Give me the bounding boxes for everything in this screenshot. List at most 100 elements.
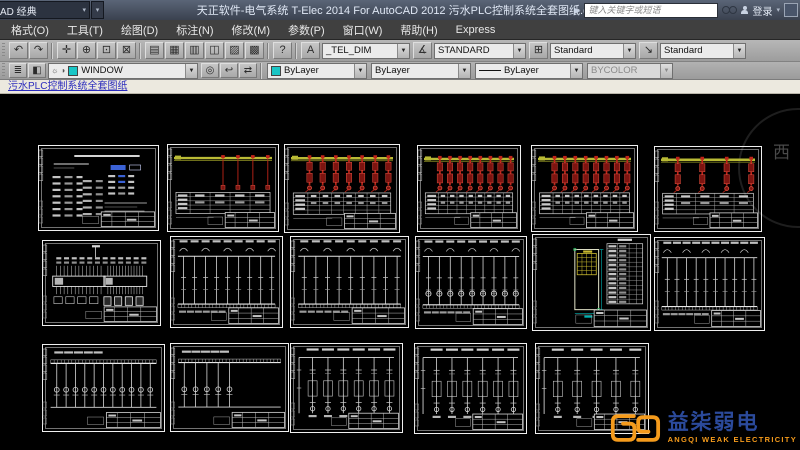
dim-style-select[interactable]: STANDARD ▼ bbox=[434, 43, 526, 59]
designcenter-button[interactable]: ▦ bbox=[165, 42, 184, 59]
file-tab-bar: 污水PLC控制系统全套图纸 bbox=[0, 80, 800, 94]
layer-translate-button[interactable]: ⇄ bbox=[239, 63, 257, 78]
lineweight-select[interactable]: ByLayer ▼ bbox=[475, 63, 583, 79]
table-style-select[interactable]: Standard ▼ bbox=[550, 43, 636, 59]
text-style-manager-button[interactable]: A bbox=[301, 42, 320, 59]
sheet-15[interactable] bbox=[290, 343, 403, 433]
sheet-16[interactable] bbox=[414, 343, 527, 434]
markup-set-manager-button[interactable]: ▨ bbox=[225, 42, 244, 59]
sheet-05[interactable] bbox=[531, 145, 638, 232]
make-object-layer-current-button[interactable]: ◎ bbox=[201, 63, 219, 78]
text-style-value: _TEL_DIM bbox=[323, 45, 397, 56]
infocenter-collapse-icon[interactable]: ▶ bbox=[574, 6, 580, 15]
sheet-07[interactable] bbox=[42, 240, 161, 326]
chevron-down-icon: ▼ bbox=[458, 64, 470, 78]
color-swatch bbox=[271, 66, 281, 76]
infocenter: ▶ 登录 ▾ bbox=[574, 3, 800, 18]
table-style-manager-button[interactable]: ⊞ bbox=[529, 42, 548, 59]
text-style-select[interactable]: _TEL_DIM ▼ bbox=[322, 43, 410, 59]
menu-bar: 格式(O)工具(T)绘图(D)标注(N)修改(M)参数(P)窗口(W)帮助(H)… bbox=[0, 20, 800, 40]
sign-in-link[interactable]: 登录 bbox=[752, 3, 772, 18]
workspace-label: AD 经典 bbox=[0, 3, 37, 18]
file-tab[interactable]: 污水PLC控制系统全套图纸 bbox=[8, 82, 127, 92]
tool-palettes-button[interactable]: ▥ bbox=[185, 42, 204, 59]
chevron-down-icon: ▾ bbox=[82, 6, 86, 14]
menu-express[interactable]: Express bbox=[447, 22, 505, 38]
layer-on-icon[interactable]: ☼ bbox=[51, 66, 58, 75]
chevron-down-icon: ▼ bbox=[397, 44, 409, 58]
watermark-en-text: ANGQI WEAK ELECTRICITY bbox=[668, 435, 797, 444]
undo-button[interactable]: ↶ bbox=[9, 42, 28, 59]
mleader-style-select[interactable]: Standard ▼ bbox=[660, 43, 746, 59]
application-window: AD 经典 ▾ ▾ 天正软件-电气系统 T-Elec 2014 For Auto… bbox=[0, 0, 800, 450]
toolbar-overflow-button[interactable]: ▾ bbox=[91, 1, 104, 19]
zoom-realtime-button[interactable]: ⊕ bbox=[77, 42, 96, 59]
chevron-down-icon: ▼ bbox=[733, 44, 745, 58]
menu-format[interactable]: 格式(O) bbox=[2, 20, 58, 40]
workspace-switcher[interactable]: AD 经典 ▾ bbox=[0, 1, 90, 19]
mleader-style-manager-button[interactable]: ↘ bbox=[639, 42, 658, 59]
sign-in-dropdown-icon[interactable]: ▾ bbox=[776, 6, 780, 14]
watermark-cn-text: 益柒弱电 bbox=[668, 412, 797, 433]
sheet-08[interactable] bbox=[170, 236, 283, 328]
linetype-value: ByLayer bbox=[372, 65, 458, 76]
sheet-13[interactable] bbox=[42, 344, 165, 432]
plot-style-select: BYCOLOR ▼ bbox=[587, 63, 673, 79]
sheet-set-manager-button[interactable]: ◫ bbox=[205, 42, 224, 59]
toolbar-grip[interactable] bbox=[2, 43, 5, 58]
sheet-01[interactable] bbox=[38, 145, 159, 231]
sheet-10[interactable] bbox=[415, 236, 527, 329]
menu-window[interactable]: 窗口(W) bbox=[334, 20, 392, 40]
layer-color-swatch bbox=[68, 66, 78, 76]
color-value: ByLayer bbox=[281, 65, 354, 76]
watermark: 益柒弱电 ANGQI WEAK ELECTRICITY bbox=[609, 405, 797, 450]
current-layer-value: WINDOW bbox=[78, 65, 185, 76]
sheet-03[interactable] bbox=[284, 144, 400, 233]
layer-lock-icon[interactable]: ◑ bbox=[60, 66, 65, 75]
color-select[interactable]: ByLayer ▼ bbox=[267, 63, 367, 79]
menu-draw[interactable]: 绘图(D) bbox=[112, 20, 167, 40]
layer-previous-button[interactable]: ↩ bbox=[220, 63, 238, 78]
menu-parameters[interactable]: 参数(P) bbox=[279, 20, 334, 40]
sheet-11[interactable] bbox=[532, 234, 651, 331]
layer-states-button[interactable]: ◧ bbox=[28, 63, 46, 78]
standard-toolbar: ↶↷✛⊕⊡⊠▤▦▥◫▨▩? A _TEL_DIM ▼ ∡ STANDARD ▼ … bbox=[0, 40, 800, 62]
layer-properties-button[interactable]: ≣ bbox=[9, 63, 27, 78]
properties-palette-button[interactable]: ▤ bbox=[145, 42, 164, 59]
sheet-02[interactable] bbox=[167, 144, 279, 232]
menu-dimension[interactable]: 标注(N) bbox=[167, 20, 222, 40]
menu-modify[interactable]: 修改(M) bbox=[223, 20, 280, 40]
lineweight-preview-icon bbox=[479, 70, 501, 71]
dim-style-value: STANDARD bbox=[435, 45, 513, 56]
chevron-down-icon: ▼ bbox=[660, 64, 672, 78]
pan-button[interactable]: ✛ bbox=[57, 42, 76, 59]
quickcalc-button[interactable]: ▩ bbox=[245, 42, 264, 59]
menu-tools[interactable]: 工具(T) bbox=[58, 20, 112, 40]
layer-select[interactable]: ☼ ◑ WINDOW ▼ bbox=[48, 63, 198, 79]
plot-style-value: BYCOLOR bbox=[588, 65, 660, 76]
chevron-down-icon: ▼ bbox=[570, 64, 582, 78]
viewcube-west-label[interactable]: 西 bbox=[773, 138, 790, 163]
search-input[interactable] bbox=[584, 3, 718, 18]
mleader-style-value: Standard bbox=[661, 45, 733, 56]
layers-toolbar: ≣◧ ☼ ◑ WINDOW ▼ ◎↩⇄ ByLayer ▼ ByLayer ▼ … bbox=[0, 62, 800, 80]
redo-button[interactable]: ↷ bbox=[29, 42, 48, 59]
toolbar-grip[interactable] bbox=[2, 63, 5, 78]
search-icon[interactable] bbox=[722, 6, 737, 14]
chevron-down-icon: ▼ bbox=[354, 64, 366, 78]
sheet-12[interactable] bbox=[654, 237, 765, 331]
sheet-04[interactable] bbox=[417, 145, 521, 232]
help-button[interactable]: ? bbox=[273, 42, 292, 59]
zoom-previous-button[interactable]: ⊠ bbox=[117, 42, 136, 59]
drawing-canvas[interactable]: 西 益柒弱电 ANGQI WEAK ELECTRICITY bbox=[0, 94, 800, 450]
sheet-09[interactable] bbox=[290, 236, 409, 328]
menu-help[interactable]: 帮助(H) bbox=[391, 20, 446, 40]
dim-style-manager-button[interactable]: ∡ bbox=[413, 42, 432, 59]
sheet-14[interactable] bbox=[170, 343, 289, 432]
sheet-06[interactable] bbox=[654, 146, 762, 232]
chevron-down-icon: ▼ bbox=[623, 44, 635, 58]
zoom-window-button[interactable]: ⊡ bbox=[97, 42, 116, 59]
exchange-apps-icon[interactable] bbox=[784, 3, 798, 17]
linetype-select[interactable]: ByLayer ▼ bbox=[371, 63, 471, 79]
title-bar: AD 经典 ▾ ▾ 天正软件-电气系统 T-Elec 2014 For Auto… bbox=[0, 0, 800, 20]
